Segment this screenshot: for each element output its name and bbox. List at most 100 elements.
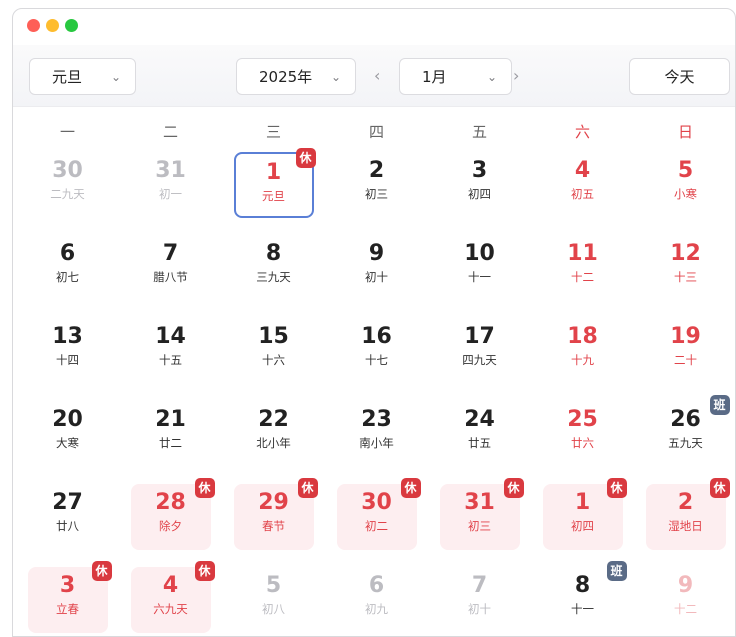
chevron-down-icon: ⌄ [111, 69, 122, 84]
calendar-day-cell[interactable]: 9 十二 [646, 567, 726, 633]
workday-badge: 班 [606, 561, 627, 581]
calendar-day-cell[interactable]: 5 小寒 [646, 152, 726, 218]
calendar-day-cell[interactable]: 18 十九 [543, 318, 623, 384]
lunar-date-label: 初三 [468, 519, 491, 533]
lunar-date-label: 四九天 [462, 353, 497, 367]
lunar-date-label: 初二 [365, 519, 388, 533]
calendar-day-cell[interactable]: 30 初二休 [336, 478, 421, 550]
year-select[interactable]: 2025年 ⌄ [236, 58, 356, 95]
calendar-day-cell[interactable]: 30 二九天 [28, 152, 108, 218]
calendar-day-cell[interactable]: 7 初十 [440, 567, 520, 633]
lunar-date-label: 小寒 [674, 187, 697, 201]
day-number: 8 [265, 241, 282, 266]
lunar-date-label: 春节 [262, 519, 285, 533]
today-button[interactable]: 今天 [629, 58, 730, 95]
lunar-date-label: 初四 [571, 519, 594, 533]
month-select-value: 1月 [422, 68, 447, 86]
calendar-day-cell[interactable]: 24 廿五 [440, 401, 520, 467]
calendar-day-cell[interactable]: 8 三九天 [234, 235, 314, 301]
year-select-value: 2025年 [259, 68, 313, 86]
calendar-day-cell[interactable]: 14 十五 [131, 318, 211, 384]
weekday-label: 四 [368, 123, 384, 141]
day-number: 14 [155, 324, 186, 349]
calendar-day-cell[interactable]: 4 初五 [543, 152, 623, 218]
calendar-day-cell[interactable]: 31 初三休 [439, 478, 524, 550]
lunar-date-label: 五九天 [668, 436, 703, 450]
calendar-day-cell[interactable]: 11 十二 [543, 235, 623, 301]
calendar-day-cell[interactable]: 25 廿六 [543, 401, 623, 467]
rest-day-badge: 休 [400, 478, 421, 498]
calendar-day-cell[interactable]: 29 春节休 [233, 478, 318, 550]
minimize-window-button[interactable] [46, 19, 59, 32]
calendar-day-cell[interactable]: 28 除夕休 [130, 478, 215, 550]
calendar-day-cell[interactable]: 10 十一 [440, 235, 520, 301]
calendar-day-cell[interactable]: 1 元旦休 [233, 148, 316, 218]
calendar-day-cell[interactable]: 22 北小年 [234, 401, 314, 467]
weekday-label: 二 [162, 123, 178, 141]
lunar-date-label: 北小年 [256, 436, 291, 450]
calendar-day-cell[interactable]: 5 初八 [234, 567, 314, 633]
calendar-day-cell[interactable]: 1 初四休 [542, 478, 627, 550]
day-number: 24 [464, 407, 495, 432]
lunar-date-label: 十五 [159, 353, 182, 367]
day-number: 12 [670, 241, 701, 266]
calendar-day-cell[interactable]: 12 十三 [646, 235, 726, 301]
lunar-date-label: 十四 [56, 353, 79, 367]
lunar-date-label: 腊八节 [153, 270, 188, 284]
calendar-day-cell[interactable]: 8 十一班 [543, 561, 627, 633]
day-number: 5 [677, 158, 694, 183]
calendar-day-cell[interactable]: 3 初四 [440, 152, 520, 218]
lunar-date-label: 二九天 [50, 187, 85, 201]
lunar-date-label: 十一 [571, 602, 594, 616]
calendar-day-cell[interactable]: 15 十六 [234, 318, 314, 384]
rest-day-badge: 休 [194, 478, 215, 498]
lunar-date-label: 初十 [365, 270, 388, 284]
calendar-day-cell[interactable]: 19 二十 [646, 318, 726, 384]
lunar-date-label: 廿五 [468, 436, 491, 450]
calendar-day-cell[interactable]: 7 腊八节 [131, 235, 211, 301]
calendar-day-cell[interactable]: 13 十四 [28, 318, 108, 384]
lunar-date-label: 南小年 [359, 436, 394, 450]
rest-day-badge: 休 [91, 561, 112, 581]
calendar-day-cell[interactable]: 20 大寒 [28, 401, 108, 467]
lunar-date-label: 初七 [56, 270, 79, 284]
lunar-date-label: 廿八 [56, 519, 79, 533]
next-month-button[interactable]: › [513, 67, 519, 85]
day-number: 2 [368, 158, 385, 183]
weekday-label: 三 [265, 123, 281, 141]
calendar-day-cell[interactable]: 2 初三 [337, 152, 417, 218]
lunar-date-label: 十三 [674, 270, 697, 284]
day-number: 9 [368, 241, 385, 266]
calendar-day-cell[interactable]: 9 初十 [337, 235, 417, 301]
calendar-day-cell[interactable]: 26 五九天班 [646, 395, 730, 467]
calendar-day-cell[interactable]: 21 廿二 [131, 401, 211, 467]
calendar-day-cell[interactable]: 27 廿八 [28, 484, 108, 550]
lunar-date-label: 十九 [571, 353, 594, 367]
calendar-day-cell[interactable]: 4 六九天休 [130, 561, 215, 633]
calendar-day-cell[interactable]: 23 南小年 [337, 401, 417, 467]
lunar-date-label: 二十 [674, 353, 697, 367]
title-bar [13, 9, 735, 45]
calendar-day-cell[interactable]: 6 初七 [28, 235, 108, 301]
calendar-day-cell[interactable]: 31 初一 [131, 152, 211, 218]
day-number: 20 [52, 407, 83, 432]
calendar-day-cell[interactable]: 2 湿地日休 [645, 478, 730, 550]
calendar-day-cell[interactable]: 16 十七 [337, 318, 417, 384]
day-number: 6 [59, 241, 76, 266]
day-number: 6 [368, 573, 385, 598]
rest-day-badge: 休 [606, 478, 627, 498]
calendar-day-cell[interactable]: 17 四九天 [440, 318, 520, 384]
lunar-date-label: 十二 [571, 270, 594, 284]
lunar-date-label: 初五 [571, 187, 594, 201]
close-window-button[interactable] [27, 19, 40, 32]
month-select[interactable]: 1月 ⌄ [399, 58, 512, 95]
calendar-day-cell[interactable]: 3 立春休 [27, 561, 112, 633]
day-number: 3 [471, 158, 488, 183]
previous-month-button[interactable]: ‹ [374, 67, 380, 85]
calendar-day-cell[interactable]: 6 初九 [337, 567, 417, 633]
holiday-select[interactable]: 元旦 ⌄ [29, 58, 136, 95]
zoom-window-button[interactable] [65, 19, 78, 32]
lunar-date-label: 十七 [365, 353, 388, 367]
day-number: 7 [162, 241, 179, 266]
day-number: 10 [464, 241, 495, 266]
